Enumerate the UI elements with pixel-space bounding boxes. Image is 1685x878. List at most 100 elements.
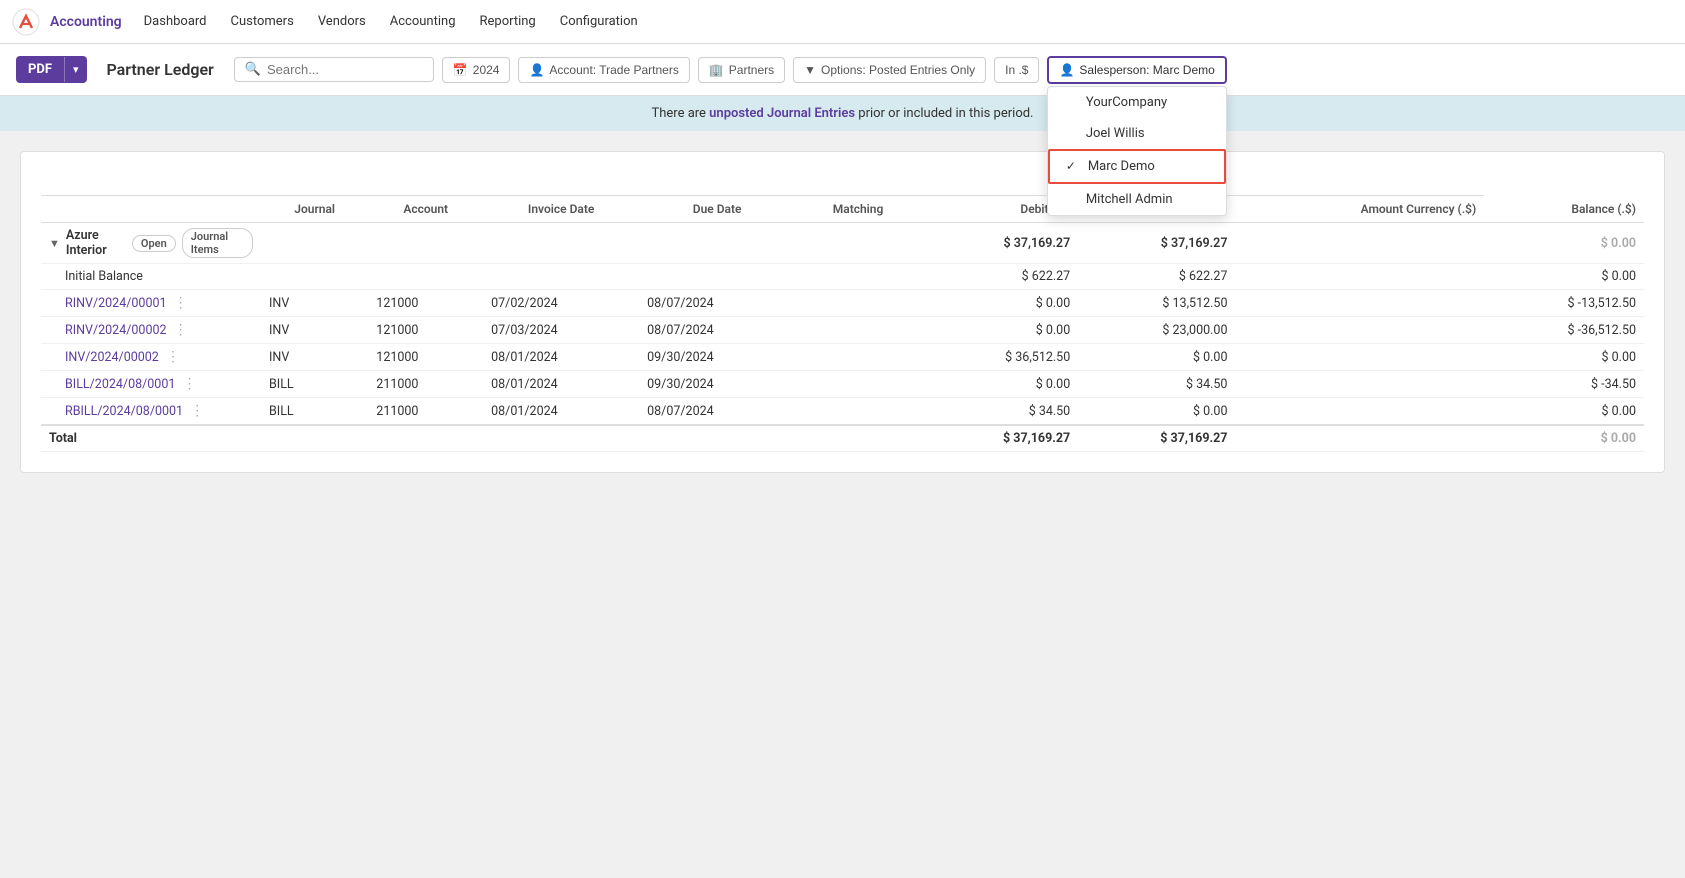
row1-credit: $ 13,512.50: [1078, 290, 1235, 317]
nav-accounting[interactable]: Accounting: [380, 8, 466, 35]
row5-matching: [795, 398, 921, 426]
row2-dot-menu[interactable]: ⋮: [170, 322, 192, 338]
row5-amount-currency: [1235, 398, 1484, 426]
filter-year-label: 2024: [473, 63, 500, 77]
search-input[interactable]: [267, 62, 407, 77]
salesperson-dropdown-wrapper: 👤 Salesperson: Marc Demo YourCompany Joe…: [1047, 56, 1226, 84]
ib-invoice-date: [483, 264, 639, 290]
ib-due-date: [639, 264, 795, 290]
app-logo: [12, 8, 40, 36]
row5-dot-menu[interactable]: ⋮: [186, 403, 208, 419]
ib-balance: $ 0.00: [1484, 264, 1644, 290]
row3-dot-menu[interactable]: ⋮: [162, 349, 184, 365]
row3-ref: INV/2024/00002 ⋮: [41, 344, 261, 371]
row1-ref: RINV/2024/00001 ⋮: [41, 290, 261, 317]
total-account: [368, 425, 483, 452]
partner-invoice-date: [483, 223, 639, 264]
nav-reporting[interactable]: Reporting: [470, 8, 546, 35]
row1-journal: INV: [261, 290, 368, 317]
total-due-date: [639, 425, 795, 452]
row1-due-date: 08/07/2024: [639, 290, 795, 317]
row3-account: 121000: [368, 344, 483, 371]
filter-partners[interactable]: 🏢 Partners: [698, 57, 785, 83]
report-container: 2024 Journal Account Invoice Date Due Da…: [20, 151, 1665, 473]
row2-ref: RINV/2024/00002 ⋮: [41, 317, 261, 344]
filter-icon: ▼: [804, 63, 816, 77]
pdf-button[interactable]: PDF: [16, 56, 64, 83]
dropdown-item-marc[interactable]: ✓ Marc Demo: [1048, 149, 1226, 184]
initial-balance-row: Initial Balance $ 622.27 $ 622.27 $ 0.00: [41, 264, 1644, 290]
filter-year[interactable]: 📅 2024: [442, 57, 511, 83]
row4-dot-menu[interactable]: ⋮: [179, 376, 201, 392]
row4-balance: $ -34.50: [1484, 371, 1644, 398]
col-balance: Balance (.$): [1484, 196, 1644, 223]
row5-debit: $ 34.50: [921, 398, 1078, 426]
filter-currency[interactable]: In .$: [994, 57, 1039, 83]
row1-account: 121000: [368, 290, 483, 317]
salesperson-dropdown-menu: YourCompany Joel Willis ✓ Marc Demo Mitc…: [1047, 86, 1227, 216]
row5-journal: BILL: [261, 398, 368, 426]
row3-due-date: 09/30/2024: [639, 344, 795, 371]
row4-amount-currency: [1235, 371, 1484, 398]
total-matching: [795, 425, 921, 452]
row2-invoice-date: 07/03/2024: [483, 317, 639, 344]
row5-account: 211000: [368, 398, 483, 426]
total-balance: $ 0.00: [1484, 425, 1644, 452]
row1-dot-menu[interactable]: ⋮: [170, 295, 192, 311]
total-debit: $ 37,169.27: [921, 425, 1078, 452]
check-mitchell: [1064, 192, 1078, 206]
row2-credit: $ 23,000.00: [1078, 317, 1235, 344]
filter-options[interactable]: ▼ Options: Posted Entries Only: [793, 57, 986, 83]
empty-header: [41, 172, 795, 196]
check-yourcompany: [1064, 95, 1078, 109]
ib-account: [368, 264, 483, 290]
row1-debit: $ 0.00: [921, 290, 1078, 317]
nav-configuration[interactable]: Configuration: [550, 8, 648, 35]
total-row: Total $ 37,169.27 $ 37,169.27 $ 0.00: [41, 425, 1644, 452]
total-journal: [261, 425, 368, 452]
unposted-link[interactable]: unposted Journal Entries: [709, 106, 855, 121]
row5-invoice-date: 08/01/2024: [483, 398, 639, 426]
partner-name-cell: ▼ Azure Interior Open Journal Items: [41, 223, 261, 264]
dropdown-item-joel[interactable]: Joel Willis: [1048, 118, 1226, 149]
partner-account: [368, 223, 483, 264]
salesperson-label: Salesperson: Marc Demo: [1079, 63, 1214, 77]
info-text-after: prior or included in this period.: [855, 106, 1033, 121]
initial-balance-label: Initial Balance: [41, 264, 261, 290]
total-amount-currency: [1235, 425, 1484, 452]
year-header-row: 2024: [41, 172, 1644, 196]
nav-vendors[interactable]: Vendors: [308, 8, 376, 35]
row5-credit: $ 0.00: [1078, 398, 1235, 426]
salesperson-button[interactable]: 👤 Salesperson: Marc Demo: [1047, 56, 1226, 84]
page-title: Partner Ledger: [107, 60, 214, 79]
search-icon: 🔍: [245, 62, 261, 77]
filter-account-label: Account: Trade Partners: [549, 63, 678, 77]
filter-options-label: Options: Posted Entries Only: [821, 63, 975, 77]
filter-account[interactable]: 👤 Account: Trade Partners: [518, 57, 689, 83]
row3-invoice-date: 08/01/2024: [483, 344, 639, 371]
ib-debit: $ 622.27: [921, 264, 1078, 290]
dropdown-item-mitchell[interactable]: Mitchell Admin: [1048, 184, 1226, 215]
calendar-icon: 📅: [453, 63, 468, 77]
partner-chevron-icon[interactable]: ▼: [49, 237, 60, 250]
table-row: RINV/2024/00002 ⋮ INV 121000 07/03/2024 …: [41, 317, 1644, 344]
total-invoice-date: [483, 425, 639, 452]
row5-due-date: 08/07/2024: [639, 398, 795, 426]
pdf-dropdown-chevron[interactable]: ▾: [64, 57, 87, 82]
partner-name-label: Azure Interior: [66, 228, 126, 258]
account-icon: 👤: [529, 63, 544, 77]
row2-account: 121000: [368, 317, 483, 344]
row2-debit: $ 0.00: [921, 317, 1078, 344]
dropdown-item-yourcompany[interactable]: YourCompany: [1048, 87, 1226, 118]
col-header-row: Journal Account Invoice Date Due Date Ma…: [41, 196, 1644, 223]
row1-invoice-date: 07/02/2024: [483, 290, 639, 317]
row4-credit: $ 34.50: [1078, 371, 1235, 398]
nav-customers[interactable]: Customers: [221, 8, 304, 35]
app-name: Accounting: [50, 14, 122, 30]
nav-dashboard[interactable]: Dashboard: [134, 8, 217, 35]
partner-due-date: [639, 223, 795, 264]
toolbar: PDF ▾ Partner Ledger 🔍 📅 2024 👤 Account:…: [0, 44, 1685, 96]
journal-items-button[interactable]: Journal Items: [182, 228, 253, 258]
row2-balance: $ -36,512.50: [1484, 317, 1644, 344]
row4-due-date: 09/30/2024: [639, 371, 795, 398]
